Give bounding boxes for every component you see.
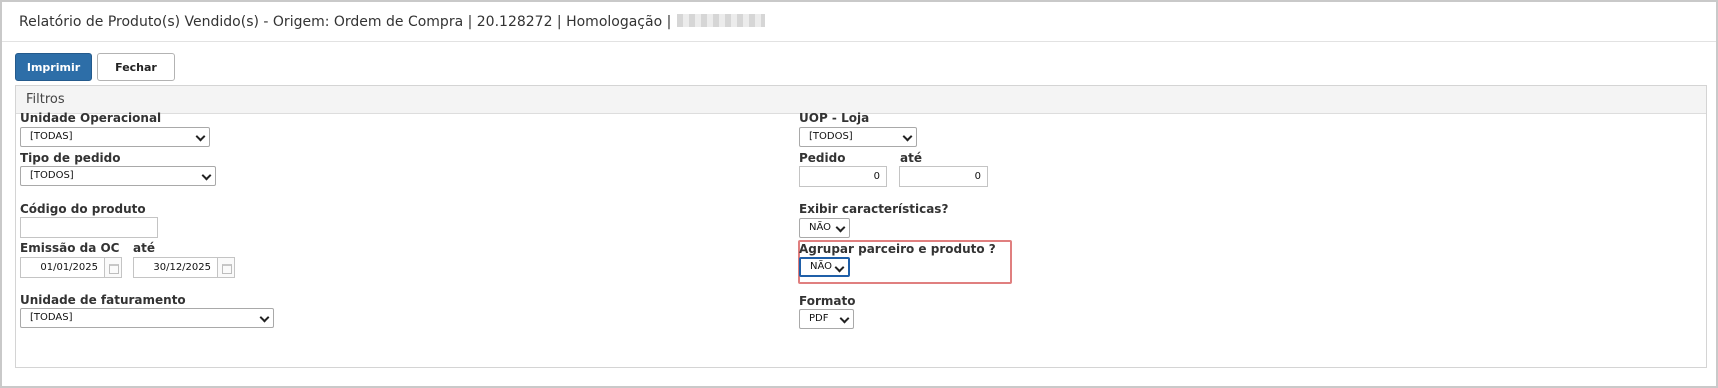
pedido-ate-label: até	[900, 151, 922, 165]
chevron-down-icon	[902, 131, 913, 142]
window-title-bar: Relatório de Produto(s) Vendido(s) - Ori…	[2, 2, 1716, 42]
uop-loja-value: [TODOS]	[809, 131, 853, 142]
uop-loja-select[interactable]: [TODOS]	[799, 127, 917, 147]
codigo-produto-input[interactable]	[20, 217, 158, 238]
chevron-down-icon	[835, 222, 846, 233]
tipo-pedido-value: [TODOS]	[30, 170, 74, 181]
formato-value: PDF	[809, 313, 829, 324]
unidade-faturamento-label: Unidade de faturamento	[20, 293, 186, 307]
tipo-pedido-select[interactable]: [TODOS]	[20, 166, 216, 186]
redacted-text	[677, 14, 766, 27]
codigo-produto-label: Código do produto	[20, 202, 146, 216]
agrupar-parceiro-value: NÃO	[810, 261, 833, 272]
chevron-down-icon	[259, 312, 270, 323]
formato-label: Formato	[799, 294, 856, 308]
formato-select[interactable]: PDF	[799, 309, 854, 329]
page-title: Relatório de Produto(s) Vendido(s) - Ori…	[19, 14, 672, 30]
pedido-from-input[interactable]: 0	[799, 166, 887, 187]
uop-loja-label: UOP - Loja	[799, 111, 870, 125]
report-window: Relatório de Produto(s) Vendido(s) - Ori…	[0, 0, 1718, 388]
emissao-oc-to-input[interactable]: 30/12/2025	[133, 257, 218, 278]
unidade-operacional-value: [TODAS]	[30, 131, 73, 142]
calendar-icon[interactable]	[218, 257, 235, 278]
pedido-to-input[interactable]: 0	[899, 166, 988, 187]
unidade-operacional-select[interactable]: [TODAS]	[20, 127, 210, 147]
filters-panel: Filtros Unidade Operacional [TODAS] Tipo…	[15, 85, 1707, 368]
agrupar-parceiro-select[interactable]: NÃO	[799, 257, 850, 277]
chevron-down-icon	[834, 262, 845, 273]
unidade-faturamento-select[interactable]: [TODAS]	[20, 308, 274, 328]
emissao-oc-label: Emissão da OC	[20, 241, 120, 255]
calendar-icon[interactable]	[105, 257, 122, 278]
emissao-oc-from-input[interactable]: 01/01/2025	[20, 257, 105, 278]
chevron-down-icon	[195, 131, 206, 142]
filters-heading: Filtros	[16, 86, 1706, 114]
exibir-caracteristicas-select[interactable]: NÃO	[799, 218, 850, 238]
unidade-operacional-label: Unidade Operacional	[20, 111, 162, 125]
chevron-down-icon	[839, 313, 850, 324]
print-button[interactable]: Imprimir	[15, 53, 92, 81]
pedido-label: Pedido	[799, 151, 846, 165]
exibir-caracteristicas-value: NÃO	[809, 222, 832, 233]
unidade-faturamento-value: [TODAS]	[30, 312, 73, 323]
exibir-caracteristicas-label: Exibir características?	[799, 202, 949, 216]
tipo-pedido-label: Tipo de pedido	[20, 151, 121, 165]
chevron-down-icon	[201, 170, 212, 181]
close-button[interactable]: Fechar	[97, 53, 175, 81]
emissao-oc-ate-label: até	[133, 241, 155, 255]
agrupar-parceiro-label: Agrupar parceiro e produto ?	[799, 242, 996, 256]
